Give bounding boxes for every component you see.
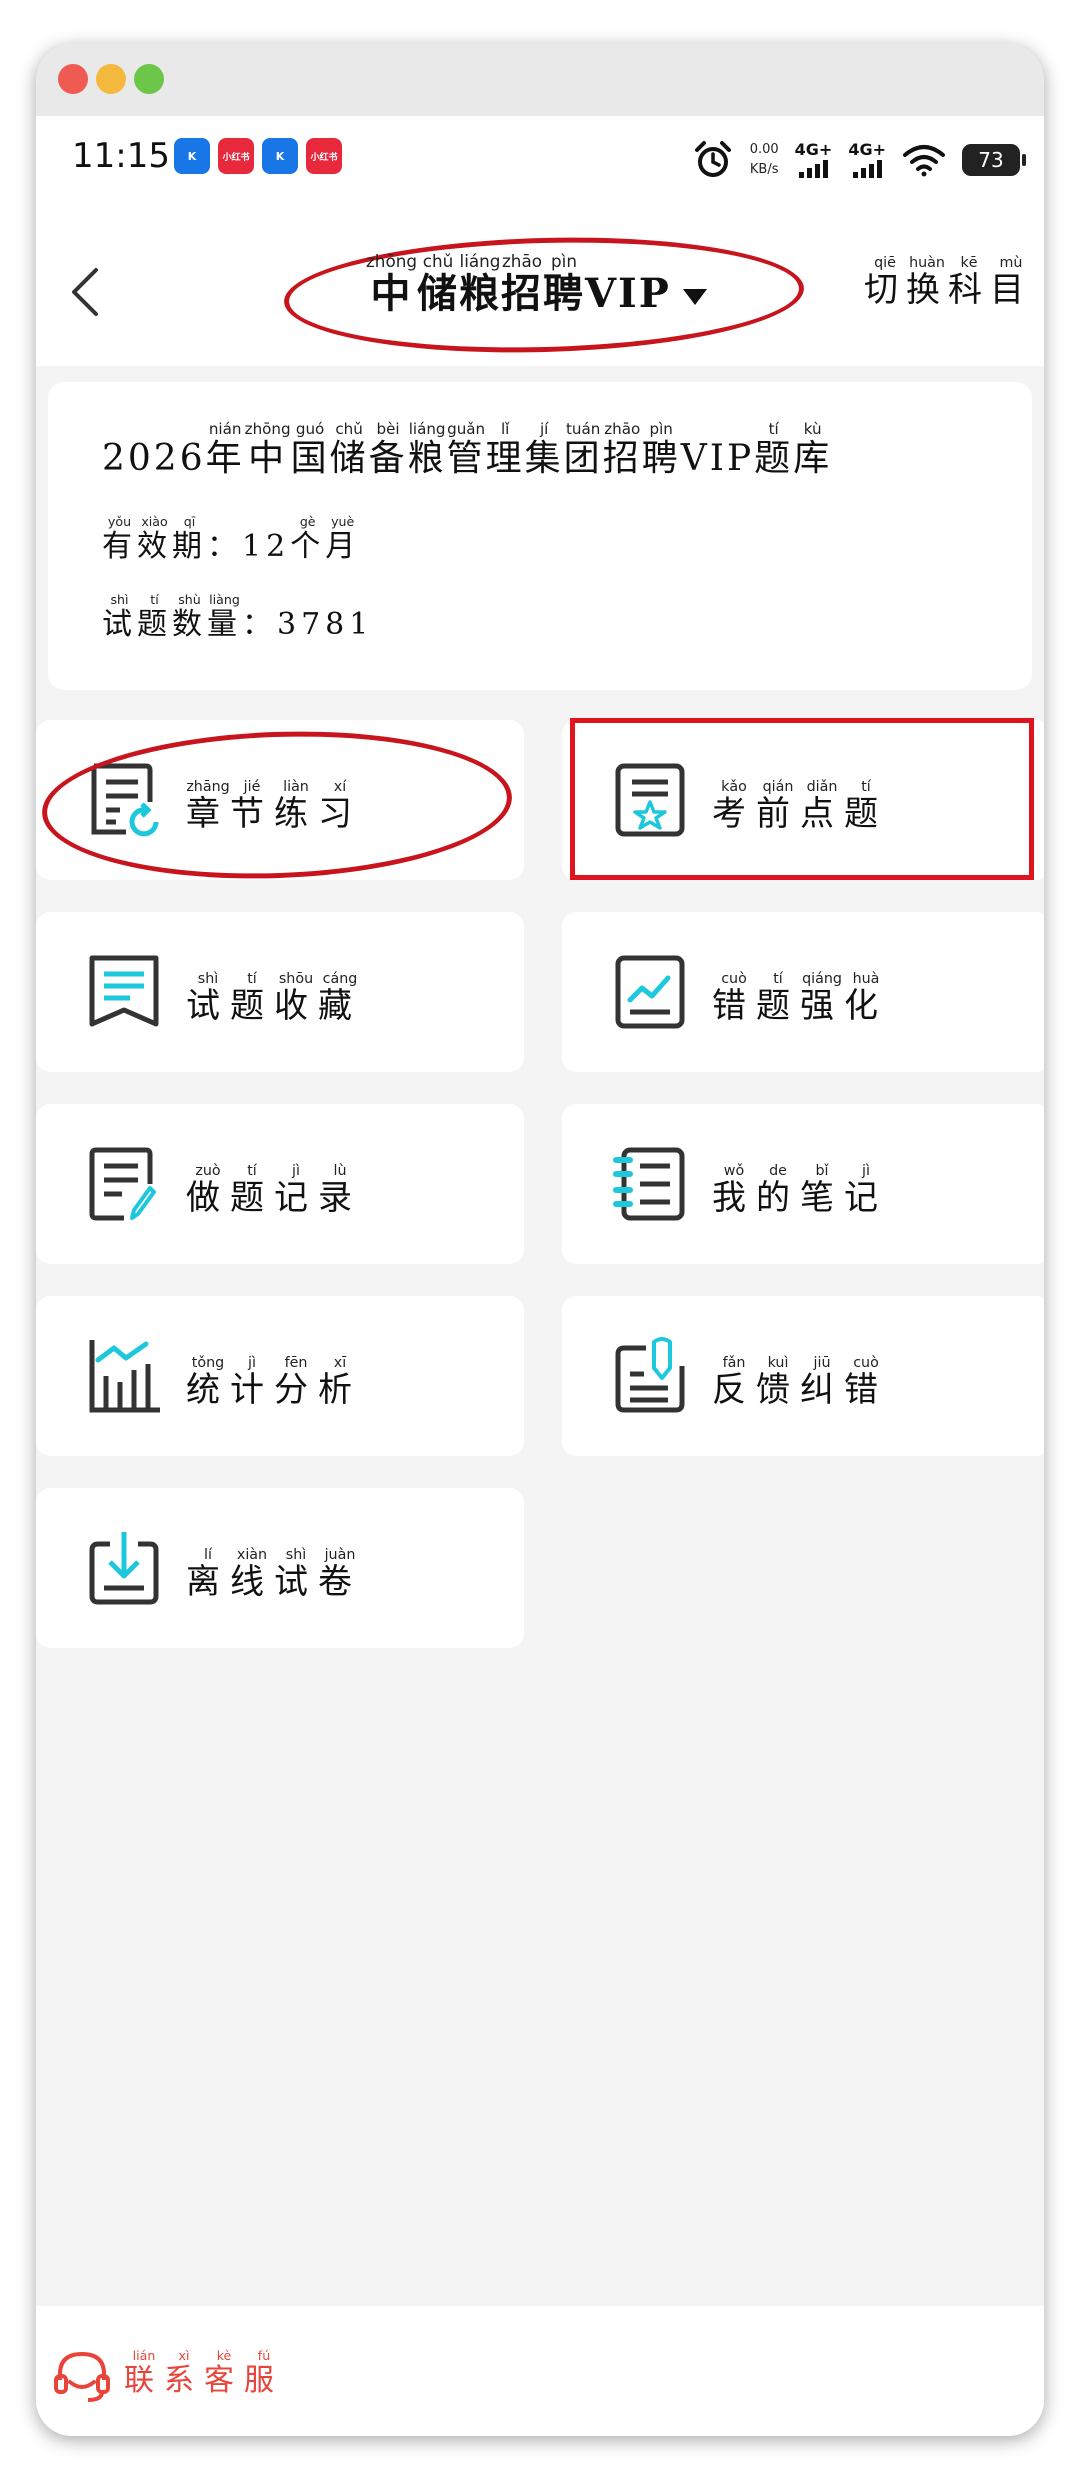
menu-label: 反fǎn馈kuì纠jiū错cuò	[712, 1355, 888, 1410]
menu-label: 我wǒ的de笔bǐ记jì	[712, 1163, 888, 1218]
customer-service-bar[interactable]: 联lián系xì客kè服fú	[36, 2306, 1044, 2436]
menu-wrong-questions[interactable]: 错cuò题tí强qiáng化huà	[562, 912, 1044, 1072]
k-app-icon: K	[262, 138, 298, 174]
menu-label: 统tǒng计jì分fēn析xī	[186, 1355, 362, 1410]
trend-icon	[615, 955, 685, 1029]
signal-1: 4G+	[794, 140, 833, 178]
menu-label: 做zuò题tí记jì录lù	[186, 1163, 362, 1218]
annotation-rectangle	[570, 718, 1034, 880]
net-speed-unit: KB/s	[749, 162, 779, 177]
download-icon	[89, 1532, 159, 1605]
window-titlebar	[36, 44, 1044, 117]
close-window-button[interactable]	[58, 64, 88, 94]
bar-chart-icon	[89, 1340, 160, 1413]
menu-label: 试shì题tí收shōu藏cáng	[186, 971, 362, 1026]
k-app-icon: K	[174, 138, 210, 174]
status-bar: 11:15 K 小红书 K 小红书 0.00 KB/s 4G+ 4G+ 73	[36, 116, 1044, 226]
feedback-icon	[615, 1337, 685, 1413]
xiaohongshu-icon: 小红书	[218, 138, 254, 174]
maximize-window-button[interactable]	[134, 64, 164, 94]
battery-indicator: 73	[962, 144, 1026, 176]
net-speed: 0.00 KB/s	[750, 140, 779, 180]
menu-statistics[interactable]: 统tǒng计jì分fēn析xī	[36, 1296, 524, 1456]
app-window: 11:15 K 小红书 K 小红书 0.00 KB/s 4G+ 4G+ 73 中…	[36, 44, 1044, 2436]
edit-record-icon	[89, 1147, 156, 1221]
menu-practice-records[interactable]: 做zuò题tí记jì录lù	[36, 1104, 524, 1264]
signal-1-label: 4G+	[794, 140, 833, 159]
minimize-window-button[interactable]	[96, 64, 126, 94]
xiaohongshu-icon: 小红书	[306, 138, 342, 174]
dropdown-caret-icon	[682, 289, 707, 305]
question-bank-title: 2026年nián中zhōng国guó储chǔ备bèi粮liáng管guǎn理l…	[102, 420, 833, 479]
signal-2: 4G+	[848, 142, 886, 178]
menu-label: 错cuò题tí强qiáng化huà	[712, 971, 888, 1026]
question-bank-info-card: 2026年nián中zhōng国guó储chǔ备bèi粮liáng管guǎn理l…	[48, 382, 1032, 690]
status-time: 11:15	[72, 136, 170, 176]
status-right: 0.00 KB/s 4G+ 4G+ 73	[692, 130, 1026, 190]
top-nav: 中zhōng储chǔ粮liáng招zhāo聘pìnVIP 切qiē换huàn科k…	[36, 226, 1044, 366]
validity-period: 有yǒu效xiào期qī：12个gè月yuè	[102, 514, 361, 564]
back-arrow-icon[interactable]	[60, 262, 120, 322]
headset-icon	[54, 2351, 110, 2402]
signal-2-label: 4G+	[848, 140, 886, 159]
notebook-icon	[613, 1147, 685, 1221]
menu-label: 离lí线xiàn试shì卷juàn	[186, 1547, 362, 1602]
annotation-ellipse	[39, 723, 515, 887]
net-speed-value: 0.00	[749, 142, 779, 157]
menu-question-favorites[interactable]: 试shì题tí收shōu藏cáng	[36, 912, 524, 1072]
signal-bars-icon	[852, 160, 882, 178]
title-suffix: VIP	[585, 270, 671, 317]
menu-offline-papers[interactable]: 离lí线xiàn试shì卷juàn	[36, 1488, 524, 1648]
menu-feedback[interactable]: 反fǎn馈kuì纠jiū错cuò	[562, 1296, 1044, 1456]
wifi-icon	[903, 145, 945, 177]
customer-service-label: 联lián系xì客kè服fú	[124, 2348, 284, 2398]
subject-title-dropdown[interactable]: 中zhōng储chǔ粮liáng招zhāo聘pìnVIP	[366, 251, 707, 319]
switch-subject-button[interactable]: 切qiē换huàn科kē目mù	[864, 255, 1032, 311]
question-count: 试shì题tí数shù量liàng：3781	[102, 592, 374, 642]
bookmark-icon	[89, 955, 159, 1027]
menu-my-notes[interactable]: 我wǒ的de笔bǐ记jì	[562, 1104, 1044, 1264]
signal-bars-icon	[798, 160, 828, 178]
alarm-icon	[694, 141, 731, 177]
menu-chapter-practice[interactable]: 章zhāng节jié练liàn习xí	[36, 720, 524, 887]
